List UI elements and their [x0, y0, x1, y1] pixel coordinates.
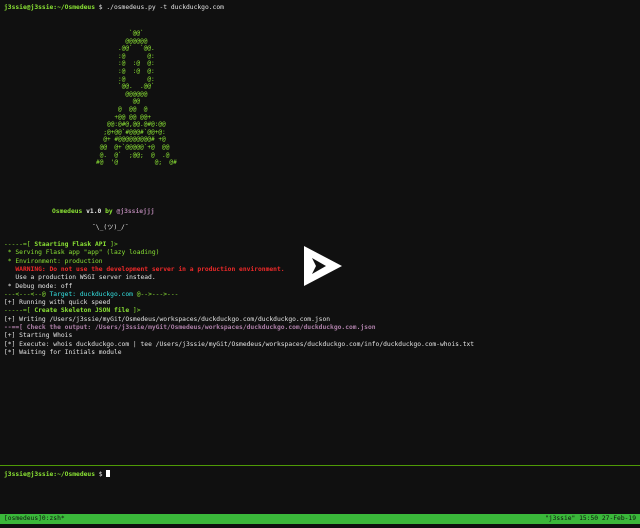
command-line: j3ssie@j3ssie:~/Osmedeus $ ./osmedeus.py…: [4, 4, 224, 12]
log-line-prefix: [+]: [4, 315, 20, 323]
log-line-text: Create Skeleton JSON file: [34, 307, 130, 315]
log-line-text: Starting Whois: [19, 332, 73, 340]
prompt-path: :~/Osmedeus: [53, 4, 95, 11]
log-line: * Serving Flask app "app" (lazy loading): [4, 249, 160, 257]
log-line-suffix: ]>: [129, 307, 141, 315]
by-text: by: [105, 208, 113, 215]
log-line: [*] Waiting for Initials module: [4, 349, 122, 357]
log-line-prefix: [+]: [4, 332, 20, 340]
author-handle: @j3ssiejjj: [116, 208, 155, 215]
log-line-prefix: [*]: [4, 348, 20, 356]
log-line: Use a production WSGI server instead.: [4, 274, 156, 282]
log-line: [+] Writing /Users/j3ssie/myGit/Osmedeus…: [4, 316, 330, 324]
log-line-prefix: *: [4, 282, 16, 290]
log-line-prefix: *: [4, 249, 16, 257]
prompt-user: j3ssie@j3ssie: [4, 4, 54, 11]
log-line-text: Debug mode: off: [15, 282, 73, 290]
session-window-label[interactable]: [osmedeus]0:zsh*: [4, 514, 65, 524]
log-line-prefix: *: [4, 257, 16, 265]
ascii-art-logo: `@@` @@@@@@ .@@` `@@. :@ @: :@ :@ @: :@ …: [96, 30, 177, 167]
log-line-prefix: [4, 274, 15, 281]
log-line-text: Waiting for Initials module: [19, 348, 122, 356]
tmux-status-bar: [osmedeus]0:zsh* "j3ssie" 15:50 27-Feb-1…: [0, 514, 640, 524]
log-line: * Debug mode: off: [4, 283, 72, 291]
log-line-prefix: -----=[: [4, 241, 35, 248]
log-line: [*] Execute: whois duckduckgo.com | tee …: [4, 341, 474, 349]
bottom-prompt-path: :~/Osmedeus: [53, 471, 95, 478]
log-line: ---<---<--@ Target: duckduckgo.com @-->-…: [4, 291, 178, 299]
bottom-prompt[interactable]: j3ssie@j3ssie:~/Osmedeus $: [4, 470, 111, 479]
brand-name: Osmedeus: [52, 208, 83, 215]
banner-line: Osmedeus v1.0 by @j3ssiejjj: [52, 208, 154, 216]
log-line-text: Writing /Users/j3ssie/myGit/Osmedeus/wor…: [19, 315, 331, 323]
log-line-text: Use a production WSGI server instead.: [15, 274, 156, 282]
log-line-text: Execute: whois duckduckgo.com | tee /Use…: [19, 340, 475, 348]
text-cursor: [106, 470, 111, 477]
log-line: [+] Starting Whois: [4, 332, 72, 340]
play-logo-icon: [304, 246, 342, 286]
log-line-prefix: --==[: [4, 324, 27, 331]
log-line-suffix: ]>: [106, 241, 118, 248]
log-line-text: Staarting Flask API: [34, 241, 107, 248]
log-line-text: WARNING: Do not use the development serv…: [15, 265, 285, 273]
prompt-symbol: $: [98, 4, 103, 11]
command-text: ./osmedeus.py -t duckduckgo.com: [106, 4, 224, 11]
log-line: -----=[ Staarting Flask API ]>: [4, 241, 118, 249]
log-line-text: Target: duckduckgo.com: [49, 290, 133, 298]
shrug-line: ¯\_(ツ)_/¯: [92, 224, 129, 231]
log-line-text: Serving Flask app "app" (lazy loading): [15, 249, 160, 257]
log-line-prefix: [+]: [4, 299, 20, 307]
log-line: -----=[ Create Skeleton JSON file ]>: [4, 307, 141, 315]
log-line-prefix: ---<---<--@: [4, 290, 50, 298]
bottom-prompt-symbol: $: [98, 471, 103, 478]
log-line: --==[ Check the output: /Users/j3ssie/my…: [4, 324, 376, 332]
log-line-suffix: @-->--->---: [132, 290, 179, 298]
log-line: * Environment: production: [4, 258, 103, 266]
log-line-text: Environment: production: [15, 257, 103, 265]
bottom-prompt-user: j3ssie@j3ssie: [4, 471, 54, 478]
log-line-prefix: [4, 266, 15, 273]
version: v1.0: [86, 208, 102, 215]
log-line-prefix: [*]: [4, 340, 20, 348]
status-right-info: "j3ssie" 15:50 27-Feb-19: [545, 515, 636, 522]
pane-divider: [0, 465, 640, 466]
log-line-text: Running with quick speed: [19, 299, 111, 307]
log-line-text: Check the output: /Users/j3ssie/myGit/Os…: [26, 324, 376, 331]
log-line-prefix: -----=[: [4, 307, 35, 315]
log-line: WARNING: Do not use the development serv…: [4, 265, 285, 274]
